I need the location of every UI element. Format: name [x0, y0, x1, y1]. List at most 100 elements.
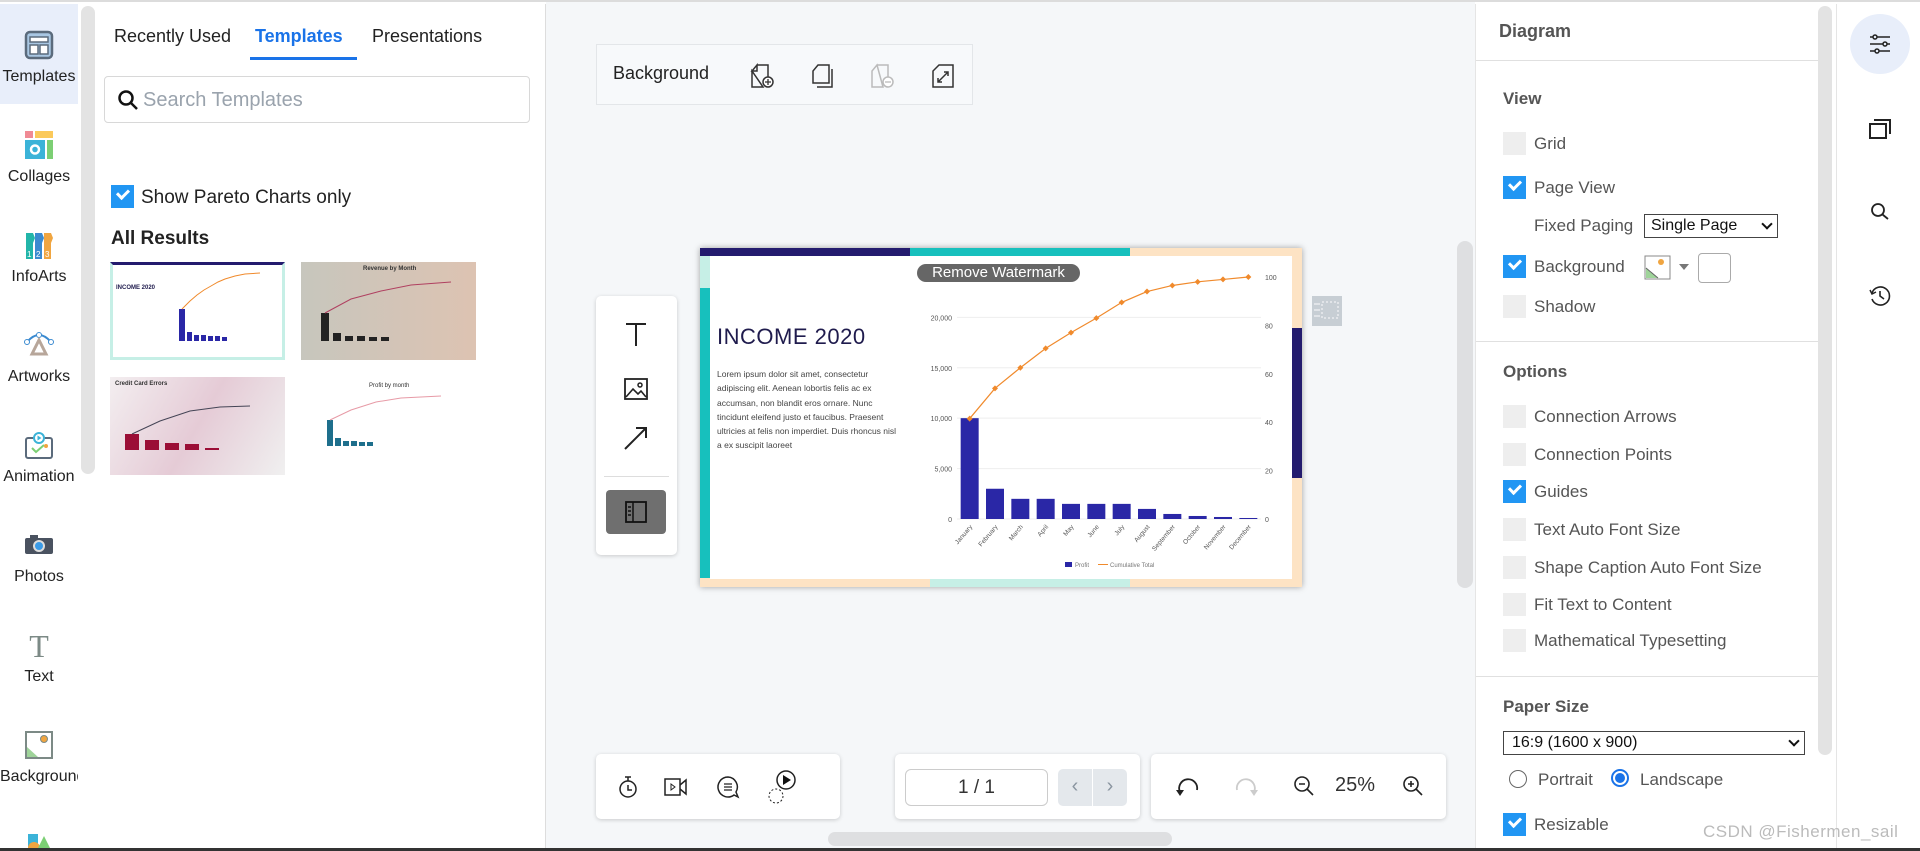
right-axis-tick-label: 0 — [1265, 517, 1269, 524]
zoom-level[interactable]: 25% — [1335, 774, 1375, 797]
arrow-tool-icon[interactable] — [622, 424, 650, 452]
paper-size-value: 16:9 (1600 x 900) — [1512, 734, 1638, 751]
tab-recently-used[interactable]: Recently Used — [114, 26, 231, 47]
nav-item-templates[interactable]: Templates — [0, 4, 78, 104]
bar-november — [1214, 516, 1232, 519]
portrait-radio[interactable] — [1509, 770, 1527, 788]
grid-checkbox[interactable] — [1503, 132, 1526, 155]
left-axis-tick-label: 0 — [948, 517, 952, 524]
remove-page-icon[interactable] — [870, 63, 896, 89]
remove-watermark-button[interactable]: Remove Watermark — [917, 264, 1080, 282]
right-panel-scrollbar[interactable] — [1818, 6, 1832, 755]
background-button[interactable]: Background — [613, 63, 709, 84]
nav-item-collages[interactable]: Collages — [0, 104, 78, 204]
nav-item-infoarts[interactable]: 123 InfoArts — [0, 204, 78, 304]
search-icon[interactable] — [1868, 200, 1892, 224]
nav-item-animation[interactable]: Animation — [0, 404, 78, 504]
shape-caption-auto-font-size-checkbox[interactable] — [1503, 556, 1526, 579]
divider — [1476, 341, 1820, 342]
legend-swatch-profit — [1065, 562, 1072, 567]
bar-march — [1011, 498, 1030, 519]
video-icon[interactable] — [663, 775, 689, 799]
connection-points-label: Connection Points — [1534, 445, 1672, 464]
palette-divider — [604, 476, 669, 477]
shadow-label: Shadow — [1534, 297, 1596, 316]
artworks-icon — [24, 332, 54, 356]
connection-points-checkbox[interactable] — [1503, 443, 1526, 466]
page-size-icon[interactable] — [931, 63, 957, 89]
tab-presentations[interactable]: Presentations — [372, 26, 482, 47]
undo-icon[interactable] — [1175, 774, 1201, 800]
right-axis-tick-label: 60 — [1265, 372, 1273, 379]
pareto-only-checkbox[interactable] — [111, 185, 134, 208]
category-label: November — [1203, 523, 1228, 551]
slideshow-icon[interactable] — [764, 768, 800, 806]
chevron-left-icon: ‹ — [1071, 775, 1079, 797]
slide-thumbnail-icon[interactable] — [1310, 294, 1344, 328]
thumbnail-title: Credit Card Errors — [115, 381, 168, 387]
cumulative-point — [1169, 282, 1176, 289]
previous-page-button[interactable]: ‹ — [1058, 769, 1092, 806]
image-tool-icon[interactable] — [622, 375, 650, 403]
pages-icon[interactable] — [1868, 117, 1892, 141]
math-typesetting-checkbox[interactable] — [1503, 629, 1526, 652]
fit-text-checkbox[interactable] — [1503, 593, 1526, 616]
template-thumbnail[interactable]: INCOME 2020 — [110, 262, 285, 360]
nav-label: InfoArts — [11, 268, 67, 285]
history-icon[interactable] — [1868, 284, 1892, 308]
guides-checkbox[interactable] — [1503, 480, 1526, 503]
duplicate-page-icon[interactable] — [811, 63, 837, 89]
text-icon: T — [29, 630, 49, 660]
image-icon — [25, 731, 53, 759]
landscape-radio[interactable] — [1611, 769, 1629, 787]
background-color-swatch[interactable] — [1698, 253, 1731, 283]
template-thumbnail[interactable]: Credit Card Errors — [110, 377, 285, 475]
settings-sliders-icon[interactable] — [1868, 32, 1892, 56]
text-auto-font-size-checkbox[interactable] — [1503, 518, 1526, 541]
thumbnail-chart — [321, 281, 452, 341]
search-box[interactable] — [104, 76, 530, 123]
collages-icon — [25, 131, 53, 159]
view-heading: View — [1503, 89, 1542, 108]
nav-item-background[interactable]: Background — [0, 704, 78, 804]
slide[interactable]: INCOME 2020 Lorem ipsum dolor sit amet, … — [700, 248, 1302, 587]
svg-text:1: 1 — [27, 250, 32, 259]
page-number-input[interactable]: 1 / 1 — [905, 769, 1048, 806]
shadow-checkbox[interactable] — [1503, 295, 1526, 318]
zoom-out-icon[interactable] — [1292, 774, 1316, 798]
nav-item-photos[interactable]: Photos — [0, 504, 78, 604]
right-axis-tick-label: 20 — [1265, 469, 1273, 476]
page-view-checkbox[interactable] — [1503, 176, 1526, 199]
template-thumbnail[interactable]: Revenue by Month — [301, 262, 476, 360]
nav-scrollbar[interactable] — [81, 6, 95, 474]
background-checkbox[interactable] — [1503, 255, 1526, 278]
caret-down-icon[interactable] — [1678, 263, 1690, 271]
tab-templates[interactable]: Templates — [255, 26, 343, 47]
resizable-checkbox[interactable] — [1503, 813, 1526, 836]
redo-icon[interactable] — [1233, 774, 1259, 800]
connection-arrows-checkbox[interactable] — [1503, 405, 1526, 428]
fixed-paging-select[interactable]: Single Page — [1644, 214, 1778, 238]
nav-item-text[interactable]: T Text — [0, 604, 78, 704]
background-image-icon[interactable] — [1644, 255, 1671, 280]
panel-toggle-button[interactable] — [606, 490, 666, 534]
paper-size-select[interactable]: 16:9 (1600 x 900) — [1503, 731, 1805, 755]
nav-item-artworks[interactable]: Artworks — [0, 304, 78, 404]
canvas-vertical-scrollbar[interactable] — [1457, 241, 1473, 588]
category-label: October — [1182, 523, 1203, 546]
zoom-in-icon[interactable] — [1401, 774, 1425, 798]
template-thumbnail[interactable]: Profit by month — [301, 377, 476, 475]
bar-september — [1163, 513, 1182, 519]
comment-icon[interactable] — [716, 775, 740, 799]
grid-label: Grid — [1534, 134, 1567, 153]
page-navigator: 1 / 1 ‹ › — [895, 754, 1140, 819]
pareto-chart[interactable]: 0 5,000 10,000 15,000 20,000 0 20 40 60 80 100 Janu… — [700, 248, 1302, 587]
page-toolbar: Background — [596, 44, 973, 105]
cumulative-point — [1118, 299, 1125, 306]
timer-icon[interactable] — [616, 774, 640, 800]
add-page-icon[interactable] — [750, 63, 776, 89]
canvas-horizontal-scrollbar[interactable] — [828, 832, 1172, 846]
text-tool-icon[interactable] — [622, 320, 650, 348]
next-page-button[interactable]: › — [1093, 769, 1127, 806]
search-input[interactable] — [143, 87, 513, 113]
